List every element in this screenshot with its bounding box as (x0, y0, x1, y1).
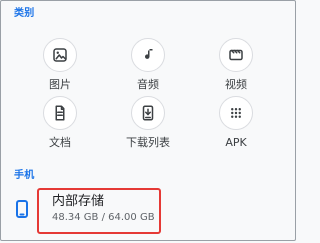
music-note-icon (131, 38, 165, 72)
category-images[interactable]: 图片 (21, 38, 99, 98)
category-label: APK (225, 136, 247, 149)
category-documents[interactable]: 文档 (21, 96, 99, 156)
category-label: 图片 (49, 78, 71, 91)
category-label: 文档 (49, 136, 71, 149)
video-icon (219, 38, 253, 72)
image-icon (43, 38, 77, 72)
category-video[interactable]: 视频 (197, 38, 275, 98)
document-icon (43, 96, 77, 130)
category-grid: 图片 音频 视频 文档 下载列表 APK (0, 0, 298, 170)
category-audio[interactable]: 音频 (109, 38, 187, 98)
category-label: 下载列表 (126, 136, 170, 149)
internal-storage-item[interactable]: 内部存储 48.34 GB / 64.00 GB (0, 184, 298, 243)
category-downloads[interactable]: 下载列表 (109, 96, 187, 156)
phone-icon (14, 200, 30, 218)
category-label: 视频 (225, 78, 247, 91)
download-list-icon (131, 96, 165, 130)
category-label: 音频 (137, 78, 159, 91)
storage-usage: 48.34 GB / 64.00 GB (52, 212, 155, 223)
category-apk[interactable]: APK (197, 96, 275, 156)
storage-title: 内部存储 (52, 194, 105, 209)
app-grid-icon (219, 96, 253, 130)
section-title-phone: 手机 (14, 170, 35, 181)
